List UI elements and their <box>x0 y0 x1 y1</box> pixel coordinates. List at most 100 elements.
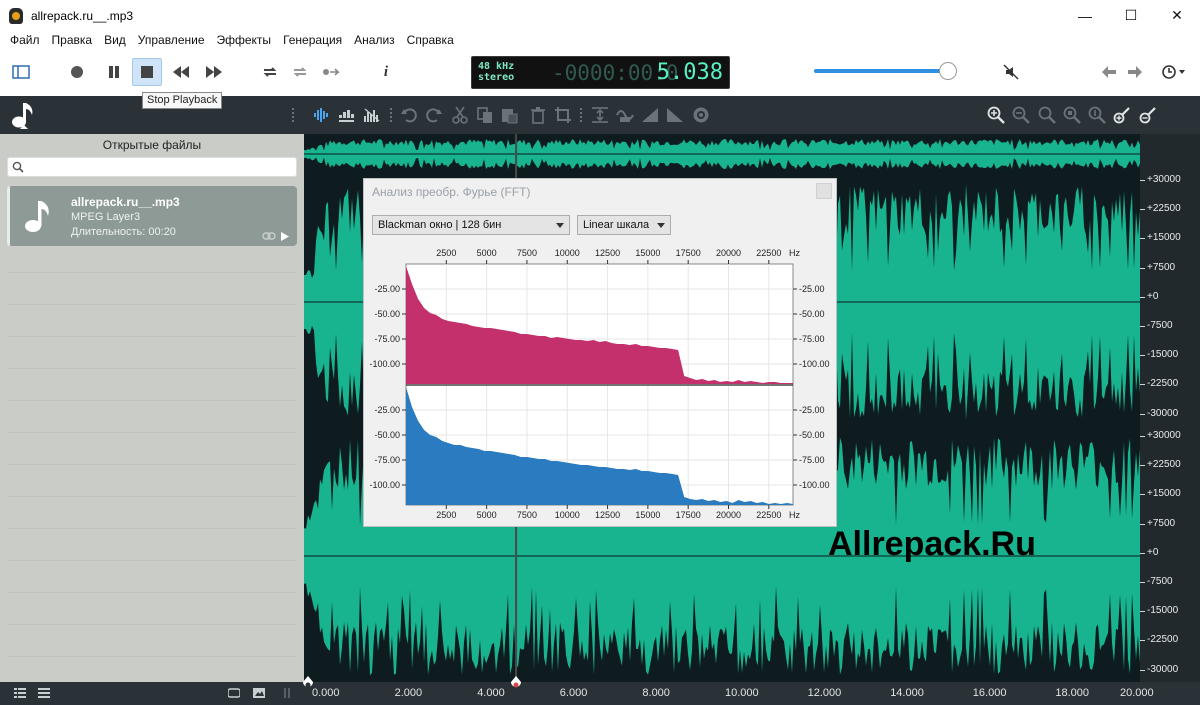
info-button[interactable]: i <box>371 58 401 86</box>
channel-mode: stereo <box>478 72 515 83</box>
silence-icon[interactable] <box>692 106 710 124</box>
waveform-view-icon[interactable] <box>313 106 331 124</box>
mute-button[interactable] <box>996 58 1026 86</box>
history-dropdown-button[interactable] <box>1156 58 1192 86</box>
x-tick-label: 2500 <box>436 248 456 258</box>
toolbar-grip <box>292 108 298 122</box>
y-tick-label: -50.00 <box>374 430 400 440</box>
sample-rate-readout: 48 kHz stereo <box>478 61 514 83</box>
search-icon <box>12 161 24 173</box>
x-tick-label: 7500 <box>517 248 537 258</box>
divider <box>7 560 297 561</box>
panel-icon <box>12 65 30 79</box>
file-card[interactable]: allrepack.ru__.mp3 MPEG Layer3 Длительно… <box>7 186 297 246</box>
menu-effects[interactable]: Эффекты <box>211 33 278 47</box>
maximize-button[interactable]: ☐ <box>1108 0 1154 31</box>
play-icon[interactable] <box>281 232 289 241</box>
divider <box>7 464 297 465</box>
ruler-label: -30000 <box>1147 407 1179 419</box>
divider <box>7 592 297 593</box>
paste-icon[interactable] <box>500 106 518 124</box>
menu-bar: Файл Правка Вид Управление Эффекты Генер… <box>0 31 1200 49</box>
pause-button[interactable] <box>99 58 129 86</box>
fade-out-icon[interactable] <box>666 106 684 124</box>
zoom-out-icon[interactable] <box>1012 106 1030 124</box>
x-tick-label: 17500 <box>676 510 701 520</box>
normalize-icon[interactable] <box>591 106 609 124</box>
ruler-tick <box>1140 552 1145 554</box>
zoom-fit-icon[interactable] <box>1063 106 1081 124</box>
zoom-vertical-icon[interactable] <box>1088 106 1106 124</box>
file-search-input[interactable] <box>7 157 297 177</box>
amplify-icon[interactable] <box>616 106 634 124</box>
fast-forward-icon <box>206 66 222 78</box>
rewind-button[interactable] <box>166 58 196 86</box>
menu-file[interactable]: Файл <box>4 33 46 47</box>
toggle-sidebar-button[interactable] <box>6 58 36 86</box>
x-tick-label: 12500 <box>595 248 620 258</box>
y-tick-label: -75.00 <box>374 455 400 465</box>
menu-edit[interactable]: Правка <box>46 33 99 47</box>
file-duration: Длительность: 00:20 <box>71 226 176 238</box>
record-icon <box>71 66 83 78</box>
zoom-selection-icon[interactable] <box>1038 106 1056 124</box>
menu-control[interactable]: Управление <box>132 33 211 47</box>
spectrum-view-icon[interactable] <box>338 106 356 124</box>
ruler-tick <box>1140 523 1145 525</box>
timeline-label: 20.000 <box>1120 687 1154 699</box>
stop-button[interactable] <box>132 58 162 86</box>
y-tick-label: -75.00 <box>799 334 825 344</box>
menu-view[interactable]: Вид <box>98 33 132 47</box>
volume-slider[interactable] <box>814 69 948 73</box>
spectrogram-view-icon[interactable] <box>363 106 381 124</box>
history-forward-button[interactable] <box>1120 58 1150 86</box>
loop-icon <box>263 67 277 77</box>
zoom-in-icon[interactable] <box>987 106 1005 124</box>
divider <box>7 304 297 305</box>
ruler-tick <box>1140 640 1145 642</box>
minimize-button[interactable]: — <box>1062 0 1108 31</box>
delete-icon[interactable] <box>529 106 547 124</box>
fade-in-icon[interactable] <box>641 106 659 124</box>
playback-position-marker[interactable] <box>510 676 522 692</box>
y-tick-label: -50.00 <box>374 309 400 319</box>
volume-slider-thumb[interactable] <box>938 62 957 80</box>
selection-start-marker[interactable] <box>302 676 314 692</box>
timeline-label: 10.000 <box>725 687 759 699</box>
fft-chart: -25.00 -25.00 -50.00 -50.00 -75.00 -75.00 -100… <box>369 248 830 520</box>
close-button[interactable]: ✕ <box>1154 0 1200 31</box>
menu-help[interactable]: Справка <box>401 33 460 47</box>
ruler-label: -15000 <box>1147 605 1179 617</box>
copy-icon[interactable] <box>476 106 494 124</box>
menu-generate[interactable]: Генерация <box>277 33 348 47</box>
vertical-zoom-out-icon[interactable] <box>1139 106 1157 124</box>
x-tick-label: 2500 <box>436 510 456 520</box>
ruler-tick <box>1140 611 1145 613</box>
grid-view-icon[interactable] <box>14 688 26 698</box>
loop-selection-button[interactable] <box>285 58 315 86</box>
history-icon <box>1162 65 1185 79</box>
record-button[interactable] <box>62 58 92 86</box>
timeline-label: 18.000 <box>1055 687 1090 699</box>
vertical-zoom-in-icon[interactable] <box>1113 106 1131 124</box>
speaker-muted-icon <box>1003 64 1019 80</box>
undo-icon[interactable] <box>400 106 418 124</box>
redo-icon[interactable] <box>425 106 443 124</box>
divider <box>7 336 297 337</box>
y-tick-label: -100.00 <box>799 359 830 369</box>
list-view-icon[interactable] <box>38 688 50 698</box>
ruler-label: -15000 <box>1147 349 1179 361</box>
link-channels-icon[interactable] <box>228 688 240 698</box>
link-icon[interactable] <box>262 232 276 240</box>
ruler-label: -22500 <box>1147 634 1179 646</box>
loop-button[interactable] <box>255 58 285 86</box>
crop-icon[interactable] <box>554 106 572 124</box>
menu-analyze[interactable]: Анализ <box>348 33 401 47</box>
window-title: allrepack.ru__.mp3 <box>31 8 134 23</box>
fast-forward-button[interactable] <box>199 58 229 86</box>
title-bar: allrepack.ru__.mp3 — ☐ ✕ <box>0 0 1200 31</box>
follow-cursor-button[interactable] <box>316 58 346 86</box>
image-view-icon[interactable] <box>253 688 265 698</box>
cut-icon[interactable] <box>451 106 469 124</box>
y-tick-label: -100.00 <box>369 359 400 369</box>
